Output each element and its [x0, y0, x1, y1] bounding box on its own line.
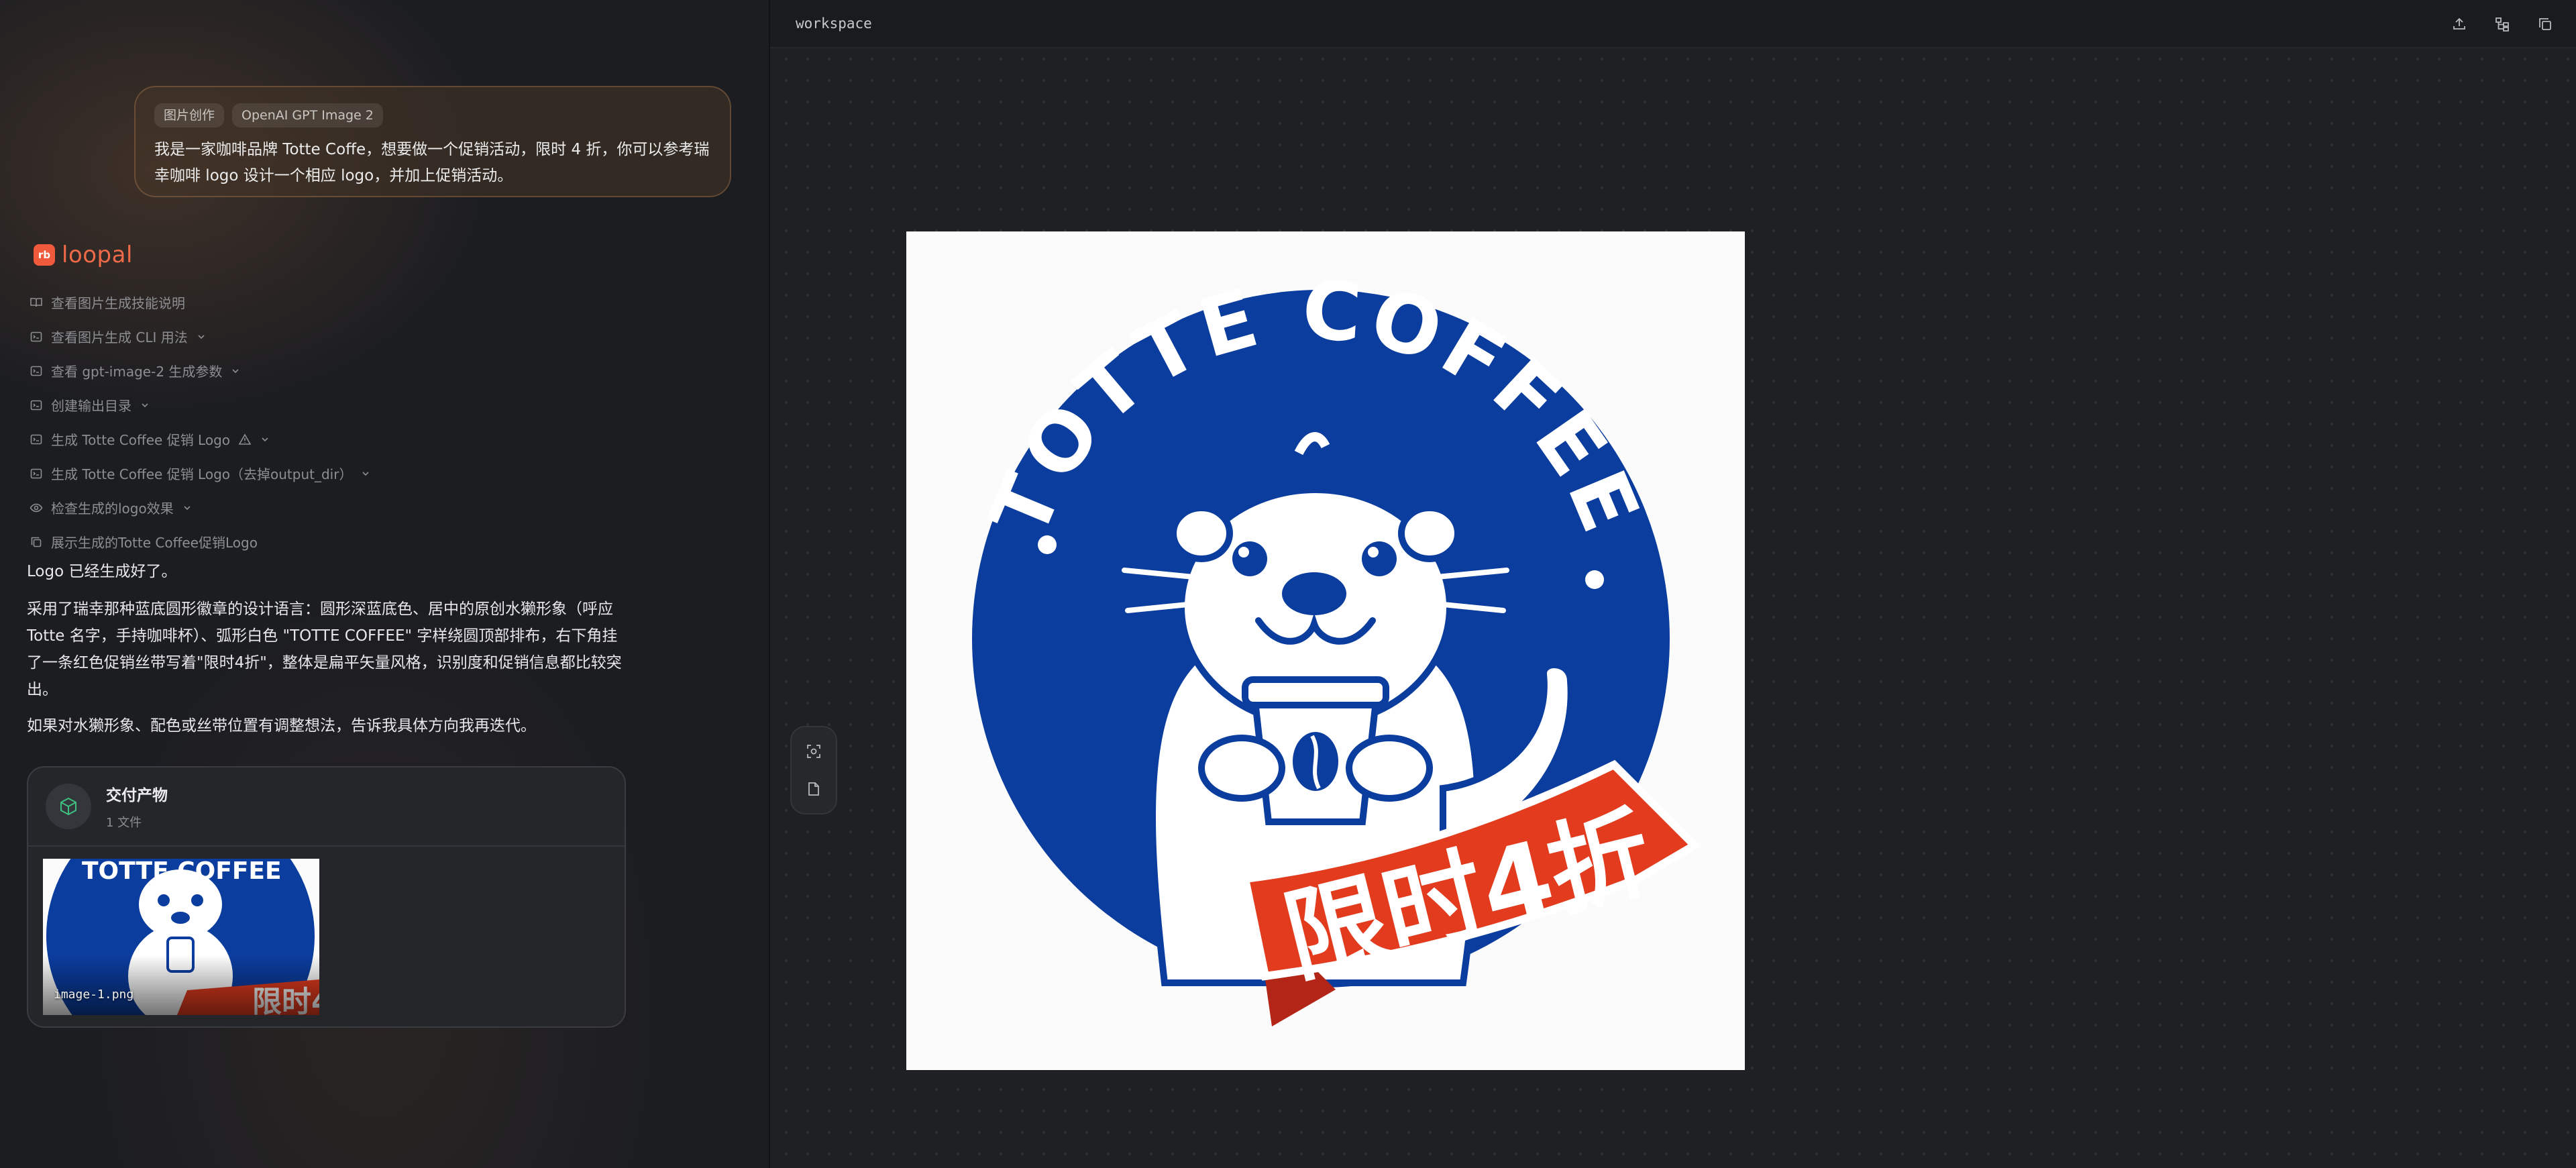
terminal-icon [30, 433, 43, 446]
step-item[interactable]: 查看 gpt-image-2 生成参数 [30, 354, 499, 388]
terminal-icon [30, 364, 43, 378]
logo-dot-left [1038, 535, 1057, 554]
terminal-icon [30, 330, 43, 343]
chevron-down-icon[interactable] [182, 502, 193, 513]
terminal-icon [30, 399, 43, 412]
file-icon[interactable] [800, 776, 827, 802]
tag-image-creation[interactable]: 图片创作 [154, 103, 225, 127]
prompt-tags: 图片创作 OpenAI GPT Image 2 [154, 102, 711, 129]
step-item[interactable]: 创建输出目录 [30, 388, 499, 422]
step-label: 创建输出目录 [51, 398, 131, 414]
copy-icon [30, 535, 43, 549]
step-label: 生成 Totte Coffee 促销 Logo（去掉output_dir） [51, 466, 353, 482]
chevron-down-icon[interactable] [196, 331, 207, 342]
reply-paragraph: 如果对水獭形象、配色或丝带位置有调整想法，告诉我具体方向我再迭代。 [27, 717, 536, 735]
terminal-icon [30, 467, 43, 480]
thumbnail-arc-text: TOTTE COFFEE [82, 859, 282, 885]
deliverables-title: 交付产物 [106, 787, 168, 804]
chevron-down-icon[interactable] [140, 400, 150, 411]
assistant-brand: rb loopal [34, 242, 133, 268]
step-label: 检查生成的logo效果 [51, 500, 174, 517]
chevron-down-icon[interactable] [230, 366, 241, 376]
tool-steps-list: 查看图片生成技能说明 查看图片生成 CLI 用法 查看 gpt-image-2 … [30, 285, 499, 559]
step-item[interactable]: 生成 Totte Coffee 促销 Logo [30, 422, 499, 456]
assistant-reply: Logo 已经生成好了。 采用了瑞幸那种蓝底圆形徽章的设计语言：圆形深蓝底色、居… [27, 558, 631, 739]
generated-logo-image[interactable]: TOTTE COFFEE 限时4折 [906, 231, 1745, 1070]
step-item[interactable]: 展示生成的Totte Coffee促销Logo [30, 525, 499, 559]
logo-dot-right [1585, 570, 1604, 589]
step-item[interactable]: 检查生成的logo效果 [30, 490, 499, 525]
workspace-actions [2447, 12, 2557, 36]
book-icon [30, 296, 43, 309]
step-item[interactable]: 查看图片生成技能说明 [30, 285, 499, 319]
chat-panel: 图片创作 OpenAI GPT Image 2 我是一家咖啡品牌 Totte C… [0, 0, 769, 1168]
step-label: 查看图片生成 CLI 用法 [51, 329, 188, 346]
step-label: 生成 Totte Coffee 促销 Logo [51, 432, 231, 448]
deliverables-header[interactable]: 交付产物 1 文件 [28, 767, 625, 847]
workspace-header: workspace [770, 0, 2576, 48]
step-label: 展示生成的Totte Coffee促销Logo [51, 535, 258, 551]
step-label: 查看图片生成技能说明 [51, 295, 185, 311]
warning-icon [238, 433, 252, 446]
upload-icon[interactable] [2447, 12, 2471, 36]
reply-paragraph: Logo 已经生成好了。 [27, 563, 177, 580]
thumbnail-shade [43, 955, 319, 1015]
workspace-title: workspace [796, 15, 872, 32]
tag-model[interactable]: OpenAI GPT Image 2 [232, 103, 383, 127]
deliverables-count: 1 文件 [106, 816, 142, 830]
copy-icon[interactable] [2533, 12, 2557, 36]
chevron-down-icon[interactable] [260, 434, 270, 445]
eye-icon [30, 501, 43, 515]
brand-logo-icon: rb [34, 244, 55, 266]
logo-svg: TOTTE COFFEE 限时4折 [972, 264, 1701, 1026]
package-icon [46, 784, 91, 829]
user-prompt-card: 图片创作 OpenAI GPT Image 2 我是一家咖啡品牌 Totte C… [134, 86, 731, 197]
scan-icon[interactable] [800, 738, 827, 765]
tree-icon[interactable] [2490, 12, 2514, 36]
brand-name: loopal [62, 242, 133, 268]
chevron-down-icon[interactable] [360, 468, 371, 479]
prompt-text: 我是一家咖啡品牌 Totte Coffe，想要做一个促销活动，限时 4 折，你可… [154, 141, 710, 184]
image-thumbnail[interactable]: 限时4折 TOTTE COFFEE image-1.png [43, 859, 319, 1015]
step-label: 查看 gpt-image-2 生成参数 [51, 364, 223, 380]
thumbnail-file-name: image-1.png [54, 988, 134, 1002]
step-item[interactable]: 查看图片生成 CLI 用法 [30, 319, 499, 354]
deliverables-card: 交付产物 1 文件 限时4折 TOTTE COFFEE image-1.pn [27, 766, 626, 1028]
reply-paragraph: 采用了瑞幸那种蓝底圆形徽章的设计语言：圆形深蓝底色、居中的原创水獭形象（呼应 T… [27, 600, 622, 698]
workspace-canvas[interactable]: workspace TOTTE COFFEE 限时4折 [770, 0, 2576, 1168]
canvas-tool-rail [790, 726, 837, 814]
step-item[interactable]: 生成 Totte Coffee 促销 Logo（去掉output_dir） [30, 456, 499, 490]
